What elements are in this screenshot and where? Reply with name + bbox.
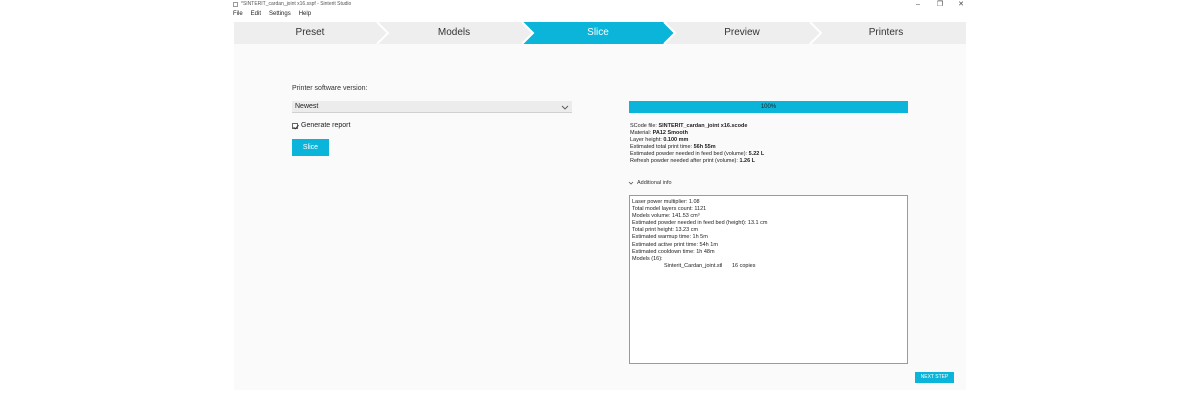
additional-info-toggle[interactable]: Additional info [628,180,672,186]
step-slice[interactable]: Slice [525,22,671,44]
chevron-down-icon [561,105,569,110]
close-button[interactable]: ✕ [955,0,967,9]
info-line: Estimated active print time: 54h 1m [632,241,718,248]
select-value: Newest [295,103,319,110]
model-file: Sinterit_Cardan_joint.stl [664,262,723,269]
summary-refresh-powder: Refresh powder needed after print (volum… [630,158,756,164]
info-line: Estimated powder needed in feed bed (hei… [632,220,768,227]
printer-software-version-label: Printer software version: [292,85,368,92]
menu-settings[interactable]: Settings [269,9,291,19]
summary-scode-file: SCode file: SINTERIT_cardan_joint x16.sc… [630,123,748,129]
restore-button[interactable]: ❐ [934,0,946,9]
generate-report-row[interactable]: Generate report [292,122,350,129]
generate-report-checkbox[interactable] [292,122,299,129]
title-bar: *SINTERIT_cardan_joint x16.sspf - Sinter… [0,0,1200,10]
info-line: Models (16): [632,255,663,262]
generate-report-label: Generate report [301,122,351,129]
app-icon [233,2,238,7]
additional-info-textbox[interactable]: Laser power multiplier: 1.08 Total model… [629,195,908,364]
info-line: Models volume: 141.53 cm³ [632,213,700,220]
step-preview[interactable]: Preview [669,22,815,44]
menu-file[interactable]: File [233,9,243,19]
info-line: Laser power multiplier: 1.08 [632,199,700,205]
wizard-steps: Preset Models Slice Preview Printers [234,22,966,44]
summary-material: Material: PA12 Smooth [630,130,688,136]
summary-powder-feed: Estimated powder needed in feed bed (vol… [630,151,765,157]
model-copies: 16 copies [731,262,756,269]
menu-help[interactable]: Help [299,9,311,19]
info-line: Total model layers count: 1121 [632,206,707,213]
step-preset[interactable]: Preset [237,22,383,44]
step-models[interactable]: Models [381,22,527,44]
window-title: *SINTERIT_cardan_joint x16.sspf - Sinter… [241,1,352,7]
summary-print-time: Estimated total print time: 56h 55m [630,144,716,150]
slice-progress-bar: 100% [629,101,908,113]
progress-text: 100% [760,104,777,110]
slice-summary: SCode file: SINTERIT_cardan_joint x16.sc… [630,123,764,165]
minimize-button[interactable]: – [912,0,924,9]
step-printers[interactable]: Printers [813,22,959,44]
menu-bar: File Edit Settings Help [233,9,311,19]
menu-edit[interactable]: Edit [251,9,261,19]
checkmark-icon [293,124,299,129]
slice-button[interactable]: Slice [292,139,329,156]
info-line: Estimated warmup time: 1h 5m [632,234,708,241]
summary-layer-height: Layer height: 0.100 mm [630,137,689,143]
info-line: Estimated cooldown time: 1h 48m [632,248,715,255]
printer-software-version-select[interactable]: Newest [292,101,572,113]
model-entry: Sinterit_Cardan_joint.stl 16 copies [632,263,905,270]
additional-info-label: Additional info [637,180,672,186]
next-step-button[interactable]: NEXT STEP [915,372,954,383]
info-line: Total print height: 13.23 cm [632,227,699,234]
chevron-down-icon [628,181,634,185]
